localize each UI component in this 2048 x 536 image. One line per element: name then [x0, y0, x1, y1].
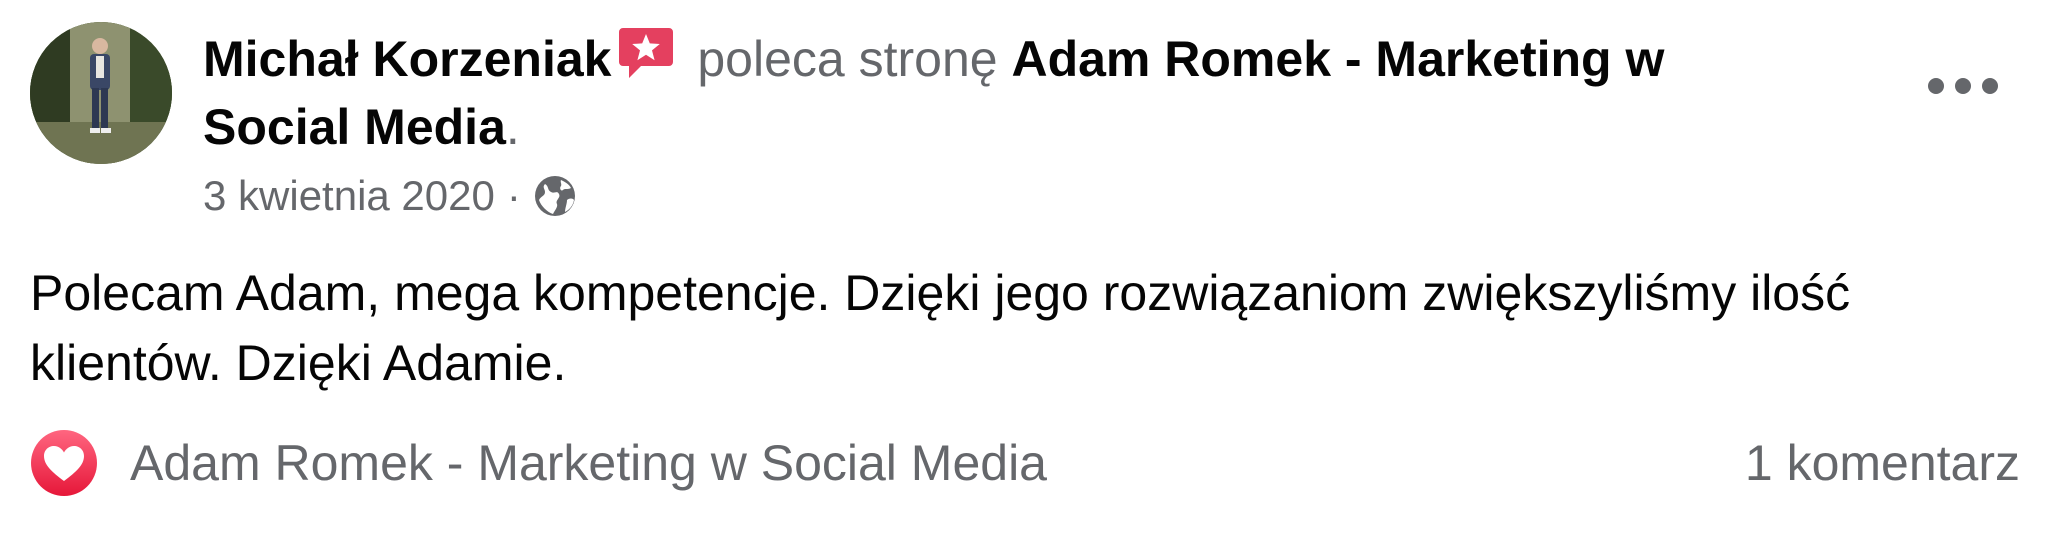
post-footer: Adam Romek - Marketing w Social Media 1 … [30, 428, 2020, 498]
comments-count[interactable]: 1 komentarz [1745, 434, 2020, 492]
love-reaction-icon[interactable] [30, 429, 98, 497]
more-options-icon[interactable] [1928, 64, 1998, 108]
author-name[interactable]: Michał Korzeniak [203, 31, 611, 87]
post-date[interactable]: 3 kwietnia 2020 [203, 170, 495, 222]
globe-icon[interactable] [533, 174, 577, 218]
post-body: Polecam Adam, mega kompetencje. Dzięki j… [30, 265, 1851, 391]
recommends-text: poleca stronę [697, 31, 998, 87]
post-card: Michał Korzeniak poleca stronę Adam Rome… [0, 0, 2048, 536]
post-meta: 3 kwietnia 2020 · [203, 170, 577, 222]
post-header: Michał Korzeniak poleca stronę Adam Rome… [203, 24, 1823, 161]
meta-separator: · [506, 172, 521, 219]
period: . [505, 99, 520, 155]
avatar[interactable] [30, 22, 172, 164]
reaction-names[interactable]: Adam Romek - Marketing w Social Media [130, 434, 1745, 492]
recommendation-star-icon [617, 24, 675, 82]
